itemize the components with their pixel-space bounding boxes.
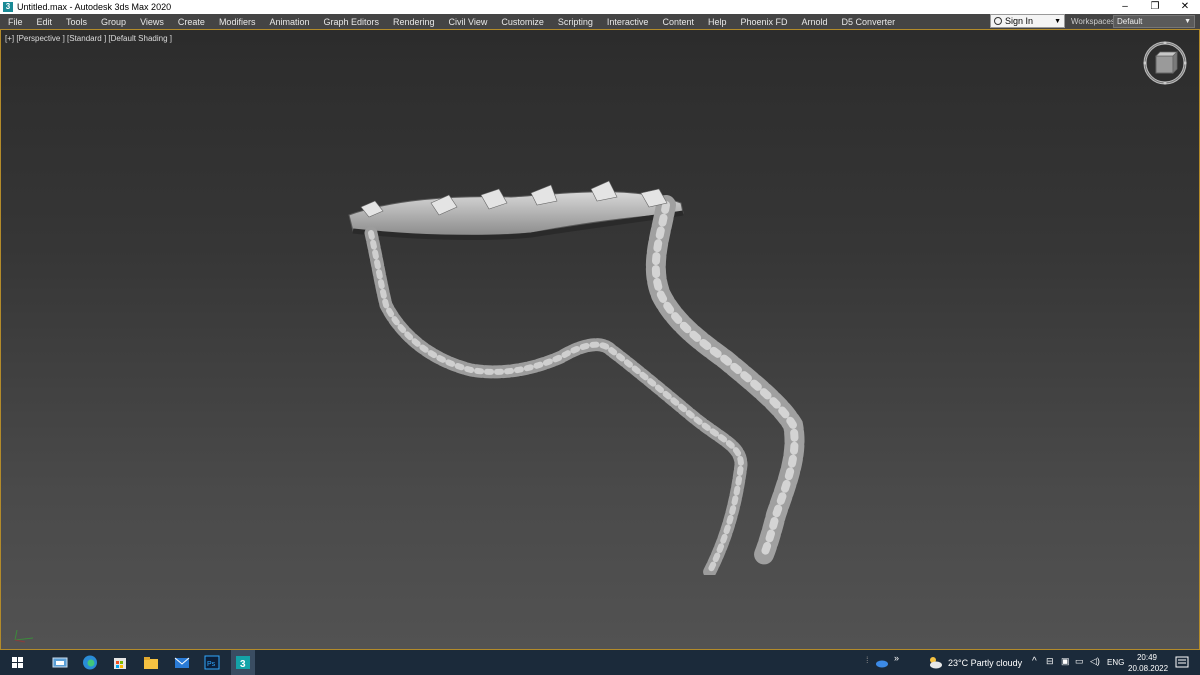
- menu-scripting[interactable]: Scripting: [551, 17, 600, 27]
- menu-civil-view[interactable]: Civil View: [442, 17, 495, 27]
- onedrive-icon[interactable]: [874, 654, 890, 671]
- menu-arnold[interactable]: Arnold: [795, 17, 835, 27]
- menu-tools[interactable]: Tools: [59, 17, 94, 27]
- menu-customize[interactable]: Customize: [494, 17, 551, 27]
- store-icon[interactable]: [111, 654, 129, 671]
- mail-icon[interactable]: [173, 654, 191, 671]
- workspace-select[interactable]: Default ▼: [1113, 15, 1195, 28]
- 3ds-max-app-icon[interactable]: 3: [3, 2, 13, 12]
- viewport-label[interactable]: [+] [Perspective ] [Standard ] [Default …: [5, 34, 172, 43]
- axis-tripod-icon: [14, 629, 34, 643]
- tray-divider: ⁞: [866, 655, 869, 665]
- svg-text:Ps: Ps: [207, 661, 216, 668]
- weather-text[interactable]: 23°C Partly cloudy: [948, 658, 1022, 668]
- menu-create[interactable]: Create: [171, 17, 212, 27]
- language-indicator[interactable]: ENG: [1107, 658, 1124, 667]
- 3ds-max-taskbar-icon[interactable]: 3: [234, 654, 252, 671]
- menu-rendering[interactable]: Rendering: [386, 17, 442, 27]
- network-icon[interactable]: ▭: [1075, 656, 1084, 667]
- menu-graph-editors[interactable]: Graph Editors: [316, 17, 386, 27]
- clock-time: 20:49: [1136, 653, 1158, 662]
- menu-group[interactable]: Group: [94, 17, 133, 27]
- photoshop-icon[interactable]: Ps: [203, 654, 221, 671]
- clock[interactable]: 20:49 20.08.2022: [1128, 652, 1169, 674]
- edge-browser-icon[interactable]: [81, 654, 99, 671]
- maximize-button[interactable]: ❐: [1140, 0, 1170, 14]
- close-button[interactable]: ✕: [1170, 0, 1200, 14]
- workspaces-label: Workspaces:: [1071, 17, 1118, 26]
- security-tray-icon[interactable]: ▣: [1061, 656, 1070, 667]
- partly-cloudy-icon: [930, 657, 942, 669]
- windows-start-icon[interactable]: [9, 654, 27, 671]
- taskbar: Ps 3 ⁞ » 23°C Partly cloudy ^ ⊟ ▣ ▭ ◁) E…: [0, 650, 1200, 675]
- task-view-icon[interactable]: [51, 654, 69, 671]
- app-tray-icon[interactable]: ⊟: [1046, 656, 1054, 667]
- menu-interactive[interactable]: Interactive: [600, 17, 656, 27]
- chevron-up-icon[interactable]: »: [894, 653, 899, 663]
- show-hidden-icons[interactable]: ^: [1032, 656, 1037, 667]
- volume-icon[interactable]: ◁): [1090, 656, 1100, 667]
- menu-help[interactable]: Help: [701, 17, 734, 27]
- viewcube-icon[interactable]: [1142, 40, 1188, 86]
- menu-modifiers[interactable]: Modifiers: [212, 17, 263, 27]
- menu-d5-converter[interactable]: D5 Converter: [835, 17, 903, 27]
- rock-chain-model[interactable]: [331, 145, 821, 575]
- sign-in-label: Sign In: [1005, 16, 1034, 26]
- clock-date: 20.08.2022: [1128, 664, 1169, 673]
- title-bar: 3 Untitled.max - Autodesk 3ds Max 2020 –…: [0, 0, 1200, 14]
- caret-down-icon: ▼: [1054, 17, 1061, 25]
- workspace-value: Default: [1117, 17, 1143, 26]
- file-explorer-icon[interactable]: [142, 654, 160, 671]
- notifications-icon[interactable]: [1174, 654, 1190, 671]
- svg-text:3: 3: [240, 659, 246, 670]
- menu-content[interactable]: Content: [655, 17, 701, 27]
- menu-views[interactable]: Views: [133, 17, 171, 27]
- user-icon: [994, 17, 1002, 25]
- window-title: Untitled.max - Autodesk 3ds Max 2020: [17, 2, 172, 12]
- caret-down-icon: ▼: [1184, 18, 1191, 25]
- sign-in-dropdown[interactable]: Sign In ▼: [990, 14, 1065, 28]
- menu-animation[interactable]: Animation: [262, 17, 316, 27]
- perspective-viewport[interactable]: [+] [Perspective ] [Standard ] [Default …: [0, 29, 1200, 650]
- menu-file[interactable]: File: [0, 17, 30, 27]
- menu-phoenix-fd[interactable]: Phoenix FD: [734, 17, 795, 27]
- minimize-button[interactable]: –: [1110, 0, 1140, 14]
- menu-edit[interactable]: Edit: [30, 17, 60, 27]
